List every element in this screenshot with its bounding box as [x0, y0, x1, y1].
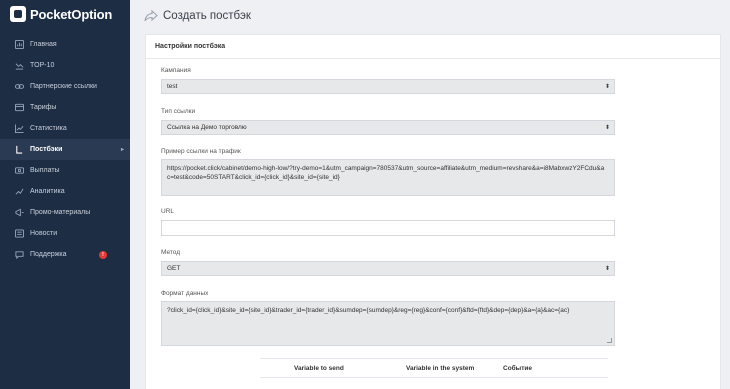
sidebar-item-analytics[interactable]: Аналитика: [0, 181, 130, 202]
sidebar-item-partner-links[interactable]: Партнерские ссылки: [0, 76, 130, 97]
payout-icon: [14, 166, 24, 176]
sidebar-item-label: Главная: [30, 41, 57, 48]
sidebar: PocketOption Главная TOP-10 Партнерские …: [0, 0, 130, 389]
campaign-value: test: [167, 83, 178, 90]
campaign-label: Кампания: [161, 67, 191, 74]
method-label: Метод: [161, 249, 181, 256]
share-icon: [144, 9, 158, 23]
select-arrows-icon: ⬍: [604, 266, 610, 272]
dashboard-icon: [14, 40, 24, 50]
page-title: Создать постбэк: [163, 10, 251, 22]
sidebar-item-home[interactable]: Главная: [0, 34, 130, 55]
card-title: Настройки постбэка: [146, 35, 720, 59]
link-icon: [14, 82, 24, 92]
link-type-value: Ссылка на Демо торговлю: [167, 124, 247, 131]
data-format-value: ?click_id={click_id}&site_id={site_id}&t…: [167, 307, 570, 314]
variables-table-header: Variable to send Variable in the system …: [260, 358, 608, 378]
select-arrows-icon: ⬍: [604, 125, 610, 131]
url-input[interactable]: [161, 220, 615, 236]
sidebar-item-tariffs[interactable]: Тарифы: [0, 97, 130, 118]
column-header: Событие: [503, 365, 533, 372]
sidebar-item-label: Постбэки: [30, 146, 63, 153]
chart-icon: [14, 124, 24, 134]
sidebar-item-top10[interactable]: TOP-10: [0, 55, 130, 76]
brand-name: PocketOption: [30, 6, 113, 22]
sidebar-item-label: Новости: [30, 230, 58, 237]
data-format-label: Формат данных: [161, 290, 209, 297]
support-icon: [14, 250, 24, 260]
brand-logo[interactable]: PocketOption: [10, 6, 112, 22]
method-value: GET: [167, 265, 181, 272]
tariff-icon: [14, 103, 24, 113]
sidebar-item-news[interactable]: Новости: [0, 223, 130, 244]
link-type-label: Тип ссылки: [161, 108, 196, 115]
sidebar-item-postbacks[interactable]: Постбэки ▸: [0, 139, 130, 160]
sidebar-nav: Главная TOP-10 Партнерские ссылки Тарифы…: [0, 34, 130, 265]
url-label: URL: [161, 208, 175, 215]
method-select[interactable]: GET ⬍: [161, 261, 615, 276]
data-format-textarea[interactable]: ?click_id={click_id}&site_id={site_id}&t…: [161, 301, 615, 346]
sidebar-item-label: Выплаты: [30, 167, 60, 174]
column-header: Variable in the system: [406, 365, 475, 372]
logo-icon: [10, 6, 26, 22]
link-type-select[interactable]: Ссылка на Демо торговлю ⬍: [161, 120, 615, 135]
sidebar-item-support[interactable]: Поддержка !: [0, 244, 130, 265]
sidebar-item-label: TOP-10: [30, 62, 55, 69]
sidebar-item-label: Партнерские ссылки: [30, 83, 97, 90]
sidebar-item-promo[interactable]: Промо-материалы: [0, 202, 130, 223]
sidebar-item-label: Статистика: [30, 125, 67, 132]
promo-icon: [14, 208, 24, 218]
campaign-select[interactable]: test ⬍: [161, 79, 615, 94]
column-header: Variable to send: [294, 365, 344, 372]
trophy-icon: [14, 61, 24, 71]
postback-icon: [14, 145, 24, 155]
postback-settings-card: Настройки постбэка Кампания test ⬍ Тип с…: [145, 34, 721, 389]
sidebar-item-payouts[interactable]: Выплаты: [0, 160, 130, 181]
sidebar-item-label: Аналитика: [30, 188, 65, 195]
page-header: Создать постбэк: [144, 9, 251, 23]
sidebar-item-label: Тарифы: [30, 104, 57, 111]
resize-handle-icon[interactable]: [607, 338, 612, 343]
support-badge: !: [99, 250, 107, 259]
example-link-field[interactable]: https://pocket.click/cabinet/demo-high-l…: [161, 159, 615, 196]
sidebar-item-statistics[interactable]: Статистика: [0, 118, 130, 139]
chevron-right-icon: ▸: [120, 147, 124, 153]
select-arrows-icon: ⬍: [604, 84, 610, 90]
news-icon: [14, 229, 24, 239]
sidebar-item-label: Поддержка: [30, 251, 67, 258]
analytics-icon: [14, 187, 24, 197]
sidebar-item-label: Промо-материалы: [30, 209, 91, 216]
example-link-label: Пример ссылки на трафик: [161, 148, 241, 155]
example-link-value: https://pocket.click/cabinet/demo-high-l…: [167, 165, 605, 181]
